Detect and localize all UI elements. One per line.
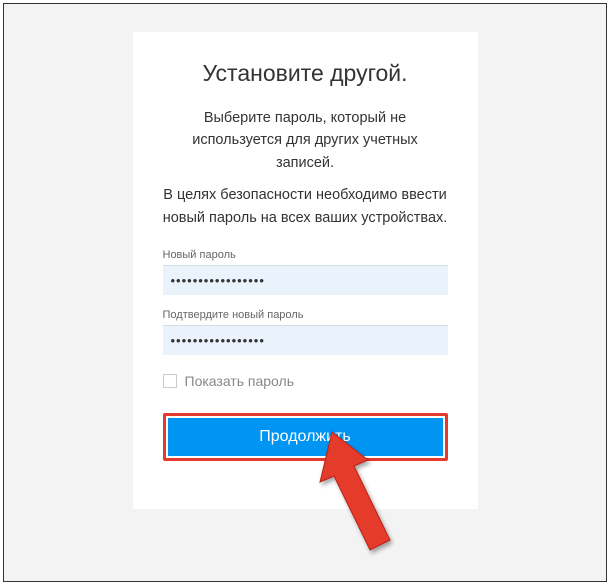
set-password-dialog: Установите другой. Выберите пароль, кото… [133, 32, 478, 509]
continue-button[interactable]: Продолжить [168, 418, 443, 456]
confirm-password-label: Подтвердите новый пароль [163, 309, 448, 321]
show-password-label[interactable]: Показать пароль [185, 373, 295, 389]
page-background: Установите другой. Выберите пароль, кото… [3, 3, 607, 582]
highlight-annotation: Продолжить [163, 413, 448, 461]
dialog-description-1: Выберите пароль, который не используется… [163, 107, 448, 174]
dialog-title: Установите другой. [163, 60, 448, 87]
new-password-label: Новый пароль [163, 249, 448, 261]
show-password-checkbox[interactable] [163, 374, 177, 388]
show-password-row: Показать пароль [163, 373, 448, 389]
new-password-input[interactable] [163, 265, 448, 295]
confirm-password-input[interactable] [163, 325, 448, 355]
dialog-description-2: В целях безопасности необходимо ввести н… [163, 184, 448, 229]
